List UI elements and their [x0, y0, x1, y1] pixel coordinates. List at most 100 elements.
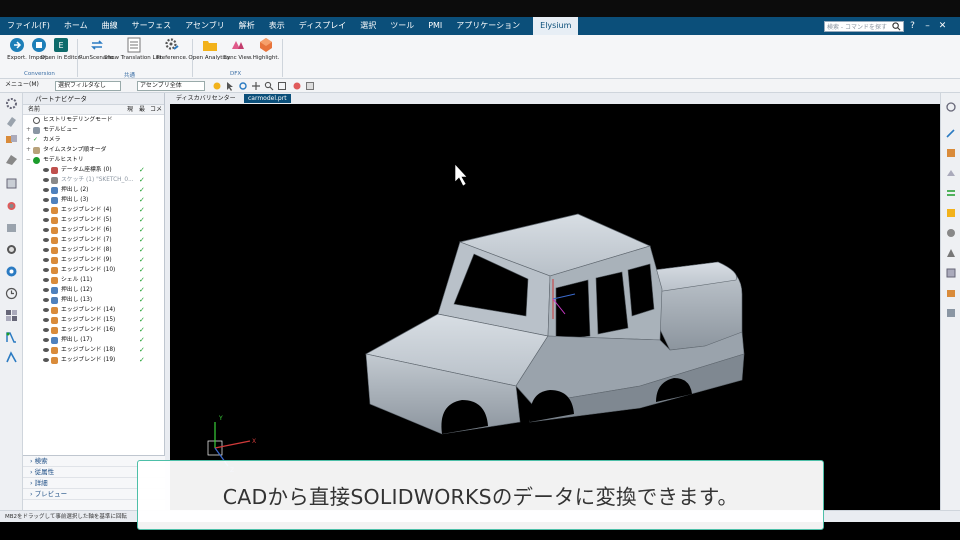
rotate-icon[interactable]: [238, 81, 248, 91]
feature-row[interactable]: エッジブレンド (7) ✓: [23, 235, 164, 245]
zoom-icon[interactable]: [264, 81, 274, 91]
feature-row[interactable]: エッジブレンド (9) ✓: [23, 255, 164, 265]
shading-icon[interactable]: [292, 81, 302, 91]
menu-curve[interactable]: 曲線: [95, 17, 125, 35]
check-icon[interactable]: ✓: [33, 135, 38, 145]
clock-icon[interactable]: [5, 287, 18, 300]
eye-icon[interactable]: [43, 218, 49, 222]
eye-icon[interactable]: [43, 208, 49, 212]
pan-icon[interactable]: [251, 81, 261, 91]
tree-row-history-mode[interactable]: ヒストリモデリングモード: [23, 115, 164, 125]
expand-arrow-icon[interactable]: +: [26, 125, 31, 135]
part-navigator-icon[interactable]: [5, 115, 18, 128]
eye-icon[interactable]: [43, 238, 49, 242]
constraint-navigator-icon[interactable]: [5, 153, 18, 166]
menu-tools[interactable]: ツール: [383, 17, 421, 35]
menu-application[interactable]: アプリケーション: [449, 17, 527, 35]
reuse-library-icon[interactable]: [5, 177, 18, 190]
feature-row[interactable]: エッジブレンド (5) ✓: [23, 215, 164, 225]
tree-row-cameras[interactable]: + ✓ カメラ: [23, 135, 164, 145]
feature-row[interactable]: エッジブレンド (6) ✓: [23, 225, 164, 235]
menu-home[interactable]: ホーム: [57, 17, 95, 35]
settings-icon[interactable]: [5, 97, 18, 110]
feature-row[interactable]: 押出し (3) ✓: [23, 195, 164, 205]
eye-icon[interactable]: [43, 348, 49, 352]
feature-row[interactable]: エッジブレンド (18) ✓: [23, 345, 164, 355]
highlight-button[interactable]: Highlight.: [249, 37, 283, 61]
eye-icon[interactable]: [43, 268, 49, 272]
menu-surface[interactable]: サーフェス: [125, 17, 179, 35]
eye-icon[interactable]: [43, 168, 49, 172]
eye-icon[interactable]: [43, 318, 49, 322]
fit-icon[interactable]: [277, 81, 287, 91]
eye-icon[interactable]: [43, 228, 49, 232]
open-in-editor-button[interactable]: E Open in Editor.: [41, 37, 81, 61]
eye-icon[interactable]: [43, 198, 49, 202]
column-current[interactable]: 現: [127, 105, 133, 115]
box-icon[interactable]: [945, 207, 957, 219]
help-icon[interactable]: ?: [907, 21, 918, 32]
close-icon[interactable]: ✕: [937, 21, 948, 32]
tree-row-model-views[interactable]: + モデルビュー: [23, 125, 164, 135]
tab-discovery-center[interactable]: ディスカバリセンター: [172, 94, 240, 103]
menu-view[interactable]: 表示: [262, 17, 292, 35]
roles-icon[interactable]: [5, 309, 18, 322]
eye-icon[interactable]: [43, 358, 49, 362]
menu-display[interactable]: ディスプレイ: [292, 17, 353, 35]
feature-row[interactable]: 押出し (17) ✓: [23, 335, 164, 345]
menu-select[interactable]: 選択: [353, 17, 383, 35]
tab-carmodel[interactable]: carmodel.prt: [244, 94, 291, 103]
feature-row[interactable]: シェル (11) ✓: [23, 275, 164, 285]
selection-filter-select[interactable]: 選択フィルタなし: [55, 81, 121, 91]
menu-analysis[interactable]: 解析: [232, 17, 262, 35]
feature-row[interactable]: スケッチ (1) "SKETCH_0... ✓: [23, 175, 164, 185]
tree-row-timestamp-order[interactable]: + タイムスタンプ順オーダ: [23, 145, 164, 155]
graphics-viewport[interactable]: Y X Z: [170, 104, 940, 510]
feature-row[interactable]: エッジブレンド (16) ✓: [23, 325, 164, 335]
command-search-input[interactable]: 検索 - コマンドを探す: [824, 21, 904, 32]
column-comment[interactable]: コメ: [150, 105, 162, 115]
part-icon[interactable]: [945, 287, 957, 299]
eye-icon[interactable]: [43, 248, 49, 252]
menu-file[interactable]: ファイル(F): [0, 17, 57, 35]
eye-icon[interactable]: [43, 328, 49, 332]
tool-icon[interactable]: [945, 307, 957, 319]
snap-icon[interactable]: [212, 81, 222, 91]
blend-icon[interactable]: [945, 227, 957, 239]
expand-arrow-icon[interactable]: +: [26, 135, 31, 145]
selection-scope-select[interactable]: アセンブリ全体: [137, 81, 205, 91]
feature-row[interactable]: データム座標系 (0) ✓: [23, 165, 164, 175]
process-studio-icon[interactable]: [5, 265, 18, 278]
feature-row[interactable]: エッジブレンド (4) ✓: [23, 205, 164, 215]
feature-row[interactable]: エッジブレンド (8) ✓: [23, 245, 164, 255]
eye-icon[interactable]: [43, 278, 49, 282]
feature-row[interactable]: エッジブレンド (14) ✓: [23, 305, 164, 315]
tree-row-model-history[interactable]: − モデルヒストリ: [23, 155, 164, 165]
minimize-icon[interactable]: –: [922, 21, 933, 32]
menu-pmi[interactable]: PMI: [421, 17, 449, 35]
feature-row[interactable]: エッジブレンド (15) ✓: [23, 315, 164, 325]
pattern-icon[interactable]: [945, 267, 957, 279]
assembly-navigator-icon[interactable]: [5, 133, 18, 146]
feature-row[interactable]: 押出し (13) ✓: [23, 295, 164, 305]
sketch-icon[interactable]: [945, 127, 957, 139]
expand-arrow-icon[interactable]: +: [26, 145, 31, 155]
system-scenes-icon[interactable]: [5, 331, 18, 344]
render-style-icon[interactable]: [305, 81, 315, 91]
feature-row[interactable]: エッジブレンド (10) ✓: [23, 265, 164, 275]
move-icon[interactable]: [945, 187, 957, 199]
feature-row[interactable]: エッジブレンド (19) ✓: [23, 355, 164, 365]
history-icon[interactable]: [5, 243, 18, 256]
eye-icon[interactable]: [43, 188, 49, 192]
eye-icon[interactable]: [43, 258, 49, 262]
shell-icon[interactable]: [945, 247, 957, 259]
column-latest[interactable]: 最: [139, 105, 145, 115]
menu-elysium[interactable]: Elysium: [533, 17, 579, 35]
elysium-navigator-icon[interactable]: [5, 351, 18, 364]
collapse-arrow-icon[interactable]: −: [26, 155, 31, 165]
hd3d-tools-icon[interactable]: [5, 199, 18, 212]
eye-icon[interactable]: [43, 338, 49, 342]
preference-button[interactable]: Preference.: [155, 37, 189, 61]
refresh-icon[interactable]: [945, 101, 957, 113]
feature-row[interactable]: 押出し (12) ✓: [23, 285, 164, 295]
